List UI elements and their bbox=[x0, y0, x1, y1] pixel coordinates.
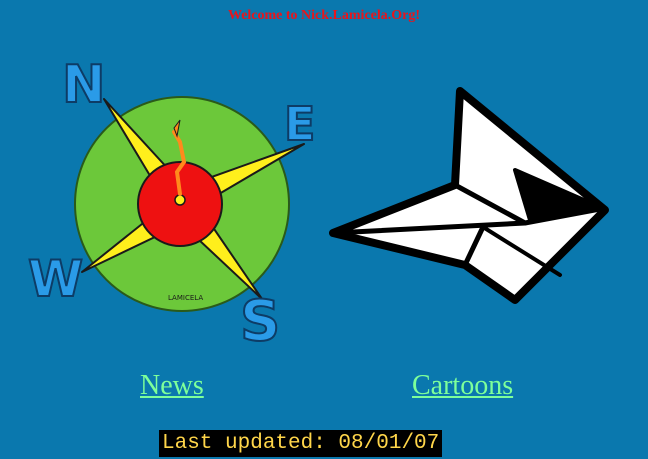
compass-signature: LAMICELA bbox=[168, 294, 203, 302]
cartoons-airplane-image[interactable] bbox=[325, 85, 615, 315]
compass-letter-n: N bbox=[62, 55, 106, 115]
welcome-heading: Welcome to Nick.Lamicela.Org! bbox=[227, 8, 421, 23]
cartoons-link[interactable]: Cartoons bbox=[412, 370, 513, 402]
compass-letter-s: S bbox=[240, 289, 280, 354]
news-link[interactable]: News bbox=[140, 370, 204, 402]
compass-letter-e: E bbox=[284, 97, 315, 151]
compass-letter-w: W bbox=[28, 250, 83, 308]
news-compass-image[interactable]: N E W S LAMICELA bbox=[22, 44, 342, 354]
last-updated-label: Last updated: 08/01/07 bbox=[159, 430, 443, 457]
